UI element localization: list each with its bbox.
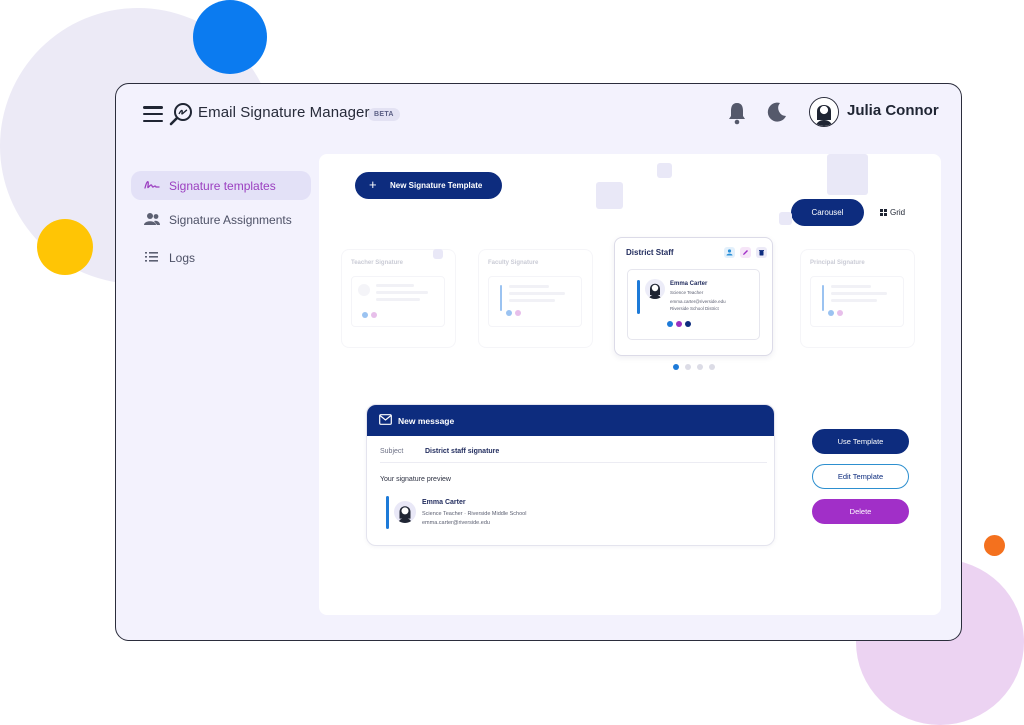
decor-circle-orange: [984, 535, 1005, 556]
divider: [380, 462, 767, 463]
mail-icon: [379, 414, 392, 425]
signature-role: Science Teacher: [670, 290, 704, 295]
signature-line1: Science Teacher · Riverside Middle Schoo…: [422, 511, 527, 517]
message-preview: New message Subject District staff signa…: [366, 404, 775, 546]
sidebar-item-label: Signature Assignments: [169, 213, 292, 227]
decor-square: [596, 182, 623, 209]
decor-square: [779, 212, 792, 225]
signature-preview: Emma Carter Science Teacher emma.carter@…: [627, 269, 760, 340]
card-preview: [488, 276, 582, 327]
avatar-illustration-icon: [398, 506, 412, 523]
use-template-button[interactable]: Use Template: [812, 429, 909, 454]
card-preview: [351, 276, 445, 327]
template-card-teacher[interactable]: Teacher Signature: [341, 249, 456, 348]
new-signature-template-button[interactable]: + New Signature Template: [355, 172, 502, 199]
color-dot: [676, 321, 682, 327]
color-dot: [506, 310, 512, 316]
plus-icon: +: [369, 177, 377, 192]
trash-icon[interactable]: [756, 247, 767, 258]
avatar-illustration-icon: [649, 283, 661, 299]
user-name: Julia Connor: [847, 102, 939, 119]
carousel-view-button[interactable]: Carousel: [791, 199, 864, 226]
signature-line2: emma.carter@riverside.edu: [422, 520, 490, 526]
avatar-illustration-icon: [810, 98, 838, 126]
grid-icon: [880, 209, 887, 216]
app-title: Email Signature Manager: [198, 104, 370, 121]
signature-accent-bar: [386, 496, 389, 529]
decor-circle-yellow: [37, 219, 93, 275]
color-dot: [371, 312, 377, 318]
subject-label: Subject: [380, 448, 404, 455]
edit-template-button[interactable]: Edit Template: [812, 464, 909, 489]
subject-value: District staff signature: [425, 448, 500, 455]
card-title: Faculty Signature: [488, 260, 539, 266]
content-panel: + New Signature Template Carousel Grid T…: [319, 154, 941, 615]
template-card-principal[interactable]: Principal Signature: [800, 249, 915, 348]
preview-label: Your signature preview: [380, 476, 451, 483]
signature-name: Emma Carter: [422, 499, 466, 506]
placeholder-avatar: [358, 284, 370, 296]
card-title: Teacher Signature: [351, 260, 403, 266]
color-dot: [685, 321, 691, 327]
sidebar-item-signature-assignments[interactable]: Signature Assignments: [131, 205, 311, 234]
signature-org: Riverside School District: [670, 306, 719, 311]
sidebar-item-logs[interactable]: Logs: [131, 243, 311, 272]
sidebar-item-label: Signature templates: [169, 179, 276, 193]
edit-pencil-icon[interactable]: [740, 247, 751, 258]
signature-icon: [144, 181, 160, 189]
color-dot: [837, 310, 843, 316]
users-icon: [144, 213, 160, 225]
grid-view-toggle[interactable]: Grid: [880, 208, 905, 217]
color-dot: [667, 321, 673, 327]
decor-square: [827, 154, 868, 195]
logo-icon: [169, 103, 192, 126]
color-dot: [362, 312, 368, 318]
template-card-faculty[interactable]: Faculty Signature: [478, 249, 593, 348]
avatar: [645, 279, 665, 299]
signature-name: Emma Carter: [670, 281, 708, 287]
assign-user-icon[interactable]: [724, 247, 735, 258]
decor-square: [657, 163, 672, 178]
moon-icon[interactable]: [766, 101, 788, 123]
carousel-page-dot[interactable]: [697, 364, 703, 370]
sidebar-item-signature-templates[interactable]: Signature templates: [131, 171, 311, 200]
message-header: New message: [367, 405, 774, 436]
user-avatar[interactable]: [809, 97, 839, 127]
menu-icon[interactable]: [143, 106, 163, 123]
bell-icon[interactable]: [726, 101, 748, 125]
card-title: District Staff: [626, 248, 674, 257]
stage: Email Signature Manager BETA Julia Conno…: [0, 0, 1024, 725]
color-dot: [828, 310, 834, 316]
decor-circle-blue: [193, 0, 267, 74]
beta-badge: BETA: [368, 108, 400, 121]
decor-square: [433, 249, 443, 259]
delete-button[interactable]: Delete: [812, 499, 909, 524]
card-title: Principal Signature: [810, 260, 865, 266]
sidebar-item-label: Logs: [169, 251, 196, 265]
list-icon: [145, 252, 158, 262]
carousel-page-dot[interactable]: [685, 364, 691, 370]
carousel-page-dot[interactable]: [709, 364, 715, 370]
carousel-page-dot[interactable]: [673, 364, 679, 370]
template-card-district-staff[interactable]: District Staff Emma Carter Science Teach…: [614, 237, 773, 356]
avatar: [394, 501, 416, 523]
card-preview: [810, 276, 904, 327]
message-title: New message: [398, 416, 455, 426]
top-bar: Email Signature Manager BETA Julia Conno…: [116, 84, 961, 146]
color-dot: [515, 310, 521, 316]
signature-email: emma.carter@riverside.edu: [670, 299, 726, 304]
